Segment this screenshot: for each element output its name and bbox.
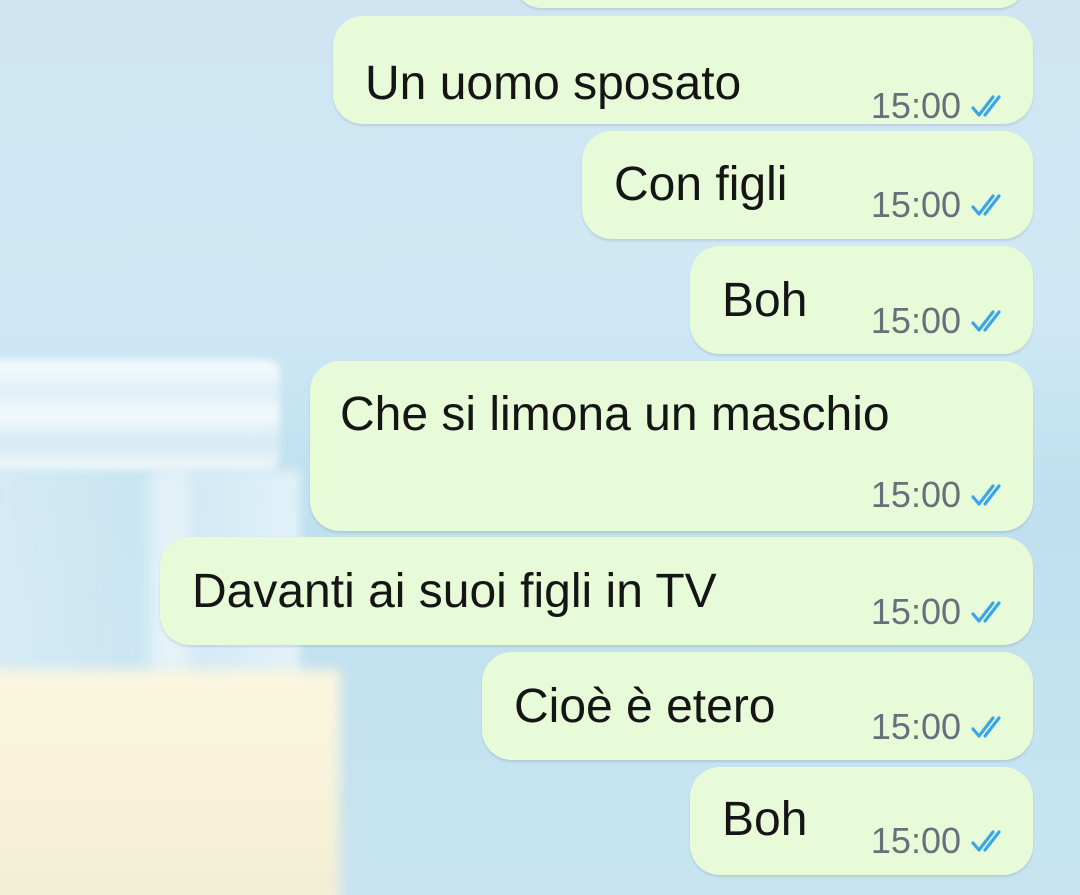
message-time: 15:00 xyxy=(870,85,961,126)
message-meta: 15:00 xyxy=(871,86,1007,126)
message-time: 15:00 xyxy=(870,184,961,225)
double-check-read-icon xyxy=(971,310,1001,332)
message-meta: 15:00 xyxy=(871,301,1007,341)
message-text: Con figli xyxy=(614,158,788,211)
double-check-read-icon xyxy=(971,716,1001,738)
message-meta: 15:00 xyxy=(871,185,1007,225)
message-text: Boh xyxy=(722,274,808,327)
message-time: 15:00 xyxy=(870,706,961,747)
message-bubble[interactable]: Boh 15:00 xyxy=(690,246,1033,354)
message-time: 15:00 xyxy=(870,820,961,861)
message-time: 15:00 xyxy=(870,591,961,632)
double-check-read-icon xyxy=(971,601,1001,623)
double-check-read-icon xyxy=(971,194,1001,216)
message-bubble[interactable]: Con figli 15:00 xyxy=(582,131,1033,239)
message-text: Un uomo sposato xyxy=(365,57,742,110)
message-list[interactable]: Un uomo sposato 15:00 Con figli 15:00 Bo… xyxy=(0,0,1080,895)
double-check-read-icon xyxy=(971,95,1001,117)
message-meta: 15:00 xyxy=(871,707,1007,747)
message-bubble[interactable]: Che si limona un maschio 15:00 xyxy=(310,361,1033,531)
message-text: Cioè è etero xyxy=(514,680,776,733)
message-text: Davanti ai suoi figli in TV xyxy=(192,565,717,618)
message-bubble[interactable]: Boh 15:00 xyxy=(690,767,1033,875)
message-bubble[interactable]: Davanti ai suoi figli in TV 15:00 xyxy=(160,537,1033,645)
message-meta: 15:00 xyxy=(871,475,1007,515)
message-bubble[interactable]: Cioè è etero 15:00 xyxy=(482,652,1033,760)
message-bubble-partial[interactable] xyxy=(515,0,1025,8)
message-meta: 15:00 xyxy=(871,821,1007,861)
message-time: 15:00 xyxy=(870,300,961,341)
double-check-read-icon xyxy=(971,484,1001,506)
double-check-read-icon xyxy=(971,830,1001,852)
message-bubble[interactable]: Un uomo sposato 15:00 xyxy=(333,16,1033,126)
message-text: Boh xyxy=(722,793,808,846)
message-time: 15:00 xyxy=(870,474,961,515)
message-text: Che si limona un maschio xyxy=(340,388,890,441)
message-meta: 15:00 xyxy=(871,592,1007,632)
